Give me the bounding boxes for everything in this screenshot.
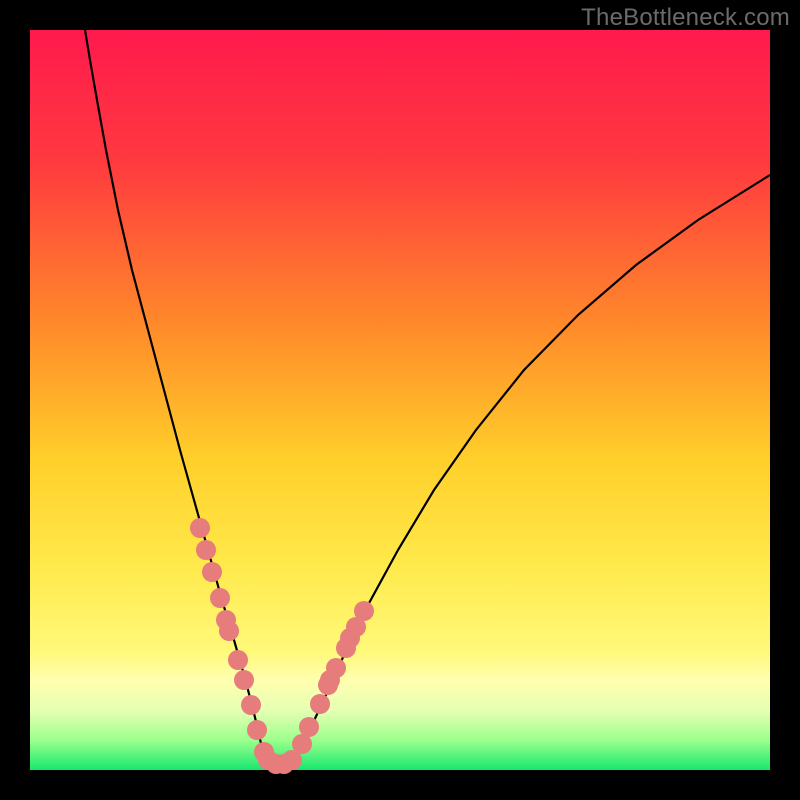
data-dot [299, 717, 319, 737]
data-dot [320, 670, 340, 690]
data-dot [310, 694, 330, 714]
data-dot [196, 540, 216, 560]
bottleneck-curve-left [85, 30, 276, 765]
data-dot [219, 621, 239, 641]
data-dot [202, 562, 222, 582]
watermark-text: TheBottleneck.com [581, 4, 790, 32]
data-dot [210, 588, 230, 608]
curve-svg [30, 30, 770, 770]
data-dot [234, 670, 254, 690]
data-dot [247, 720, 267, 740]
data-dot [354, 601, 374, 621]
bottleneck-curve-right [276, 175, 770, 765]
data-dot [228, 650, 248, 670]
plot-area [30, 30, 770, 770]
data-dot [340, 628, 360, 648]
data-dot [190, 518, 210, 538]
data-dot [241, 695, 261, 715]
chart-frame: TheBottleneck.com [0, 0, 800, 800]
